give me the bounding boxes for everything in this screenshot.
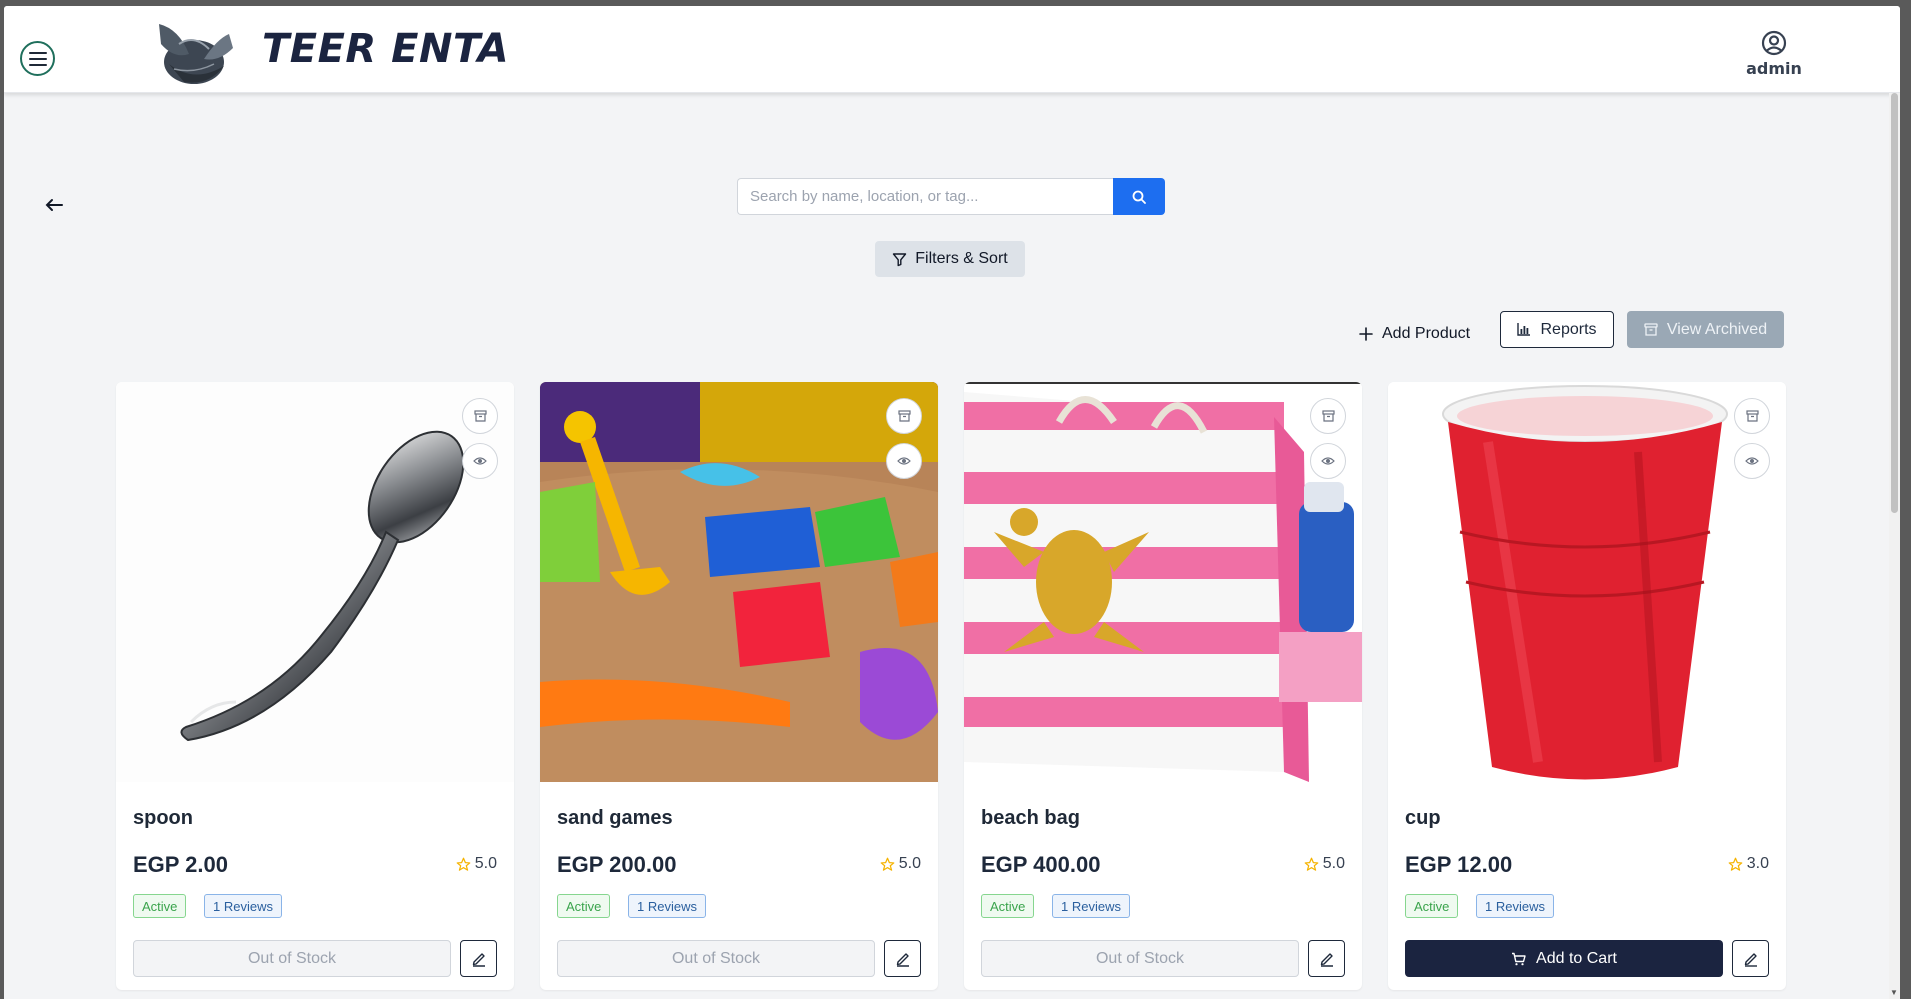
product-rating: 5.0 bbox=[456, 855, 497, 873]
archive-icon bbox=[1644, 323, 1658, 336]
top-header: TEER ENTA admin bbox=[4, 6, 1900, 93]
star-icon bbox=[1304, 857, 1319, 871]
archive-icon bbox=[1745, 410, 1759, 422]
pencil-icon bbox=[896, 952, 909, 967]
brand-title: TEER ENTA bbox=[262, 26, 510, 72]
pencil-icon bbox=[1320, 952, 1333, 967]
menu-button[interactable] bbox=[20, 41, 55, 76]
product-rating: 5.0 bbox=[880, 855, 921, 873]
product-name: cup bbox=[1405, 807, 1441, 829]
rating-value: 5.0 bbox=[474, 855, 497, 872]
product-image[interactable] bbox=[1388, 382, 1786, 782]
product-rating: 5.0 bbox=[1304, 855, 1345, 873]
brand-logo bbox=[159, 24, 233, 84]
archive-icon bbox=[473, 410, 487, 422]
view-archived-label: View Archived bbox=[1666, 320, 1768, 338]
user-circle-icon bbox=[1761, 30, 1787, 56]
product-card: spoon EGP 2.00 5.0 Active 1 Reviews Out … bbox=[116, 382, 514, 990]
view-product-button[interactable] bbox=[462, 443, 498, 479]
status-badge: Active bbox=[981, 894, 1035, 918]
reviews-badge[interactable]: 1 Reviews bbox=[204, 894, 282, 918]
edit-product-button[interactable] bbox=[460, 940, 497, 977]
reports-label: Reports bbox=[1540, 320, 1597, 338]
reviews-badge[interactable]: 1 Reviews bbox=[628, 894, 706, 918]
add-to-cart-button[interactable]: Add to Cart bbox=[1405, 940, 1723, 977]
product-card: sand games EGP 200.00 5.0 Active 1 Revie… bbox=[540, 382, 938, 990]
app-window: TEER ENTA admin Filters & Sort bbox=[4, 6, 1900, 999]
filter-icon bbox=[893, 252, 907, 266]
back-arrow-icon[interactable] bbox=[42, 193, 66, 217]
product-rating: 3.0 bbox=[1728, 855, 1769, 873]
status-badge: Active bbox=[557, 894, 611, 918]
search-button[interactable] bbox=[1113, 178, 1165, 215]
out-of-stock-button: Out of Stock bbox=[557, 940, 875, 977]
user-menu[interactable]: admin bbox=[1739, 30, 1809, 78]
archive-icon bbox=[897, 410, 911, 422]
filters-sort-label: Filters & Sort bbox=[915, 250, 1008, 267]
product-name: spoon bbox=[133, 807, 193, 829]
user-name: admin bbox=[1746, 59, 1802, 78]
view-product-button[interactable] bbox=[1310, 443, 1346, 479]
search-icon bbox=[1132, 190, 1146, 204]
bar-chart-icon bbox=[1517, 323, 1531, 336]
product-name: sand games bbox=[557, 807, 673, 829]
search-input[interactable] bbox=[737, 178, 1113, 215]
edit-product-button[interactable] bbox=[884, 940, 921, 977]
star-icon bbox=[880, 857, 895, 871]
star-icon bbox=[1728, 857, 1743, 871]
product-image[interactable] bbox=[540, 382, 938, 782]
view-product-button[interactable] bbox=[1734, 443, 1770, 479]
product-price: EGP 12.00 bbox=[1405, 852, 1513, 877]
product-image[interactable] bbox=[116, 382, 514, 782]
sand-games-image bbox=[540, 382, 938, 782]
reviews-badge[interactable]: 1 Reviews bbox=[1476, 894, 1554, 918]
status-badge: Active bbox=[1405, 894, 1459, 918]
edit-product-button[interactable] bbox=[1732, 940, 1769, 977]
plus-icon bbox=[1359, 327, 1373, 341]
archive-product-button[interactable] bbox=[1734, 398, 1770, 434]
star-icon bbox=[456, 857, 471, 871]
product-image[interactable] bbox=[964, 382, 1362, 782]
cart-icon bbox=[1512, 952, 1526, 965]
view-product-button[interactable] bbox=[886, 443, 922, 479]
product-name: beach bag bbox=[981, 807, 1080, 829]
product-card: beach bag EGP 400.00 5.0 Active 1 Review… bbox=[964, 382, 1362, 990]
edit-product-button[interactable] bbox=[1308, 940, 1345, 977]
spoon-image bbox=[180, 430, 465, 742]
product-card: cup EGP 12.00 3.0 Active 1 Reviews Add t… bbox=[1388, 382, 1786, 990]
pencil-icon bbox=[472, 952, 485, 967]
eye-icon bbox=[1745, 457, 1759, 465]
beach-bag-image bbox=[964, 382, 1362, 782]
archive-product-button[interactable] bbox=[462, 398, 498, 434]
cup-image bbox=[1442, 385, 1728, 780]
rating-value: 5.0 bbox=[898, 855, 921, 872]
reports-button[interactable]: Reports bbox=[1500, 311, 1614, 348]
page-scrollbar[interactable]: ▼ bbox=[1889, 93, 1900, 999]
eye-icon bbox=[897, 457, 911, 465]
view-archived-button[interactable]: View Archived bbox=[1627, 311, 1784, 348]
add-to-cart-label: Add to Cart bbox=[1536, 949, 1617, 967]
rating-value: 5.0 bbox=[1322, 855, 1345, 872]
scroll-down-icon[interactable]: ▼ bbox=[1890, 988, 1898, 997]
eye-icon bbox=[1321, 457, 1335, 465]
archive-product-button[interactable] bbox=[1310, 398, 1346, 434]
out-of-stock-button: Out of Stock bbox=[133, 940, 451, 977]
add-product-label: Add Product bbox=[1382, 325, 1471, 342]
status-badge: Active bbox=[133, 894, 187, 918]
eye-icon bbox=[473, 457, 487, 465]
hamburger-icon bbox=[28, 51, 47, 66]
archive-product-button[interactable] bbox=[886, 398, 922, 434]
product-price: EGP 400.00 bbox=[981, 852, 1101, 877]
search-bar bbox=[737, 178, 1165, 215]
add-product-button[interactable]: Add Product bbox=[1359, 320, 1470, 348]
reviews-badge[interactable]: 1 Reviews bbox=[1052, 894, 1130, 918]
pencil-icon bbox=[1744, 952, 1757, 967]
product-price: EGP 200.00 bbox=[557, 852, 677, 877]
filters-sort-button[interactable]: Filters & Sort bbox=[875, 241, 1025, 277]
archive-icon bbox=[1321, 410, 1335, 422]
scrollbar-thumb[interactable] bbox=[1891, 93, 1898, 513]
product-price: EGP 2.00 bbox=[133, 852, 228, 877]
rating-value: 3.0 bbox=[1746, 855, 1769, 872]
out-of-stock-button: Out of Stock bbox=[981, 940, 1299, 977]
